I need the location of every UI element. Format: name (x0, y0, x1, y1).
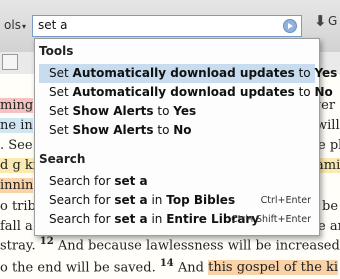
tools-menu-label: ols (4, 18, 21, 32)
item-text-bold: Yes (173, 104, 197, 118)
menu-item-show-alerts-yes[interactable]: Set Show Alerts to Yes (39, 102, 315, 121)
toolbar-right-label: G (328, 14, 338, 28)
item-text-bold: set a (114, 174, 148, 188)
item-text-bold: set a (114, 212, 148, 226)
menu-item-auto-download-yes[interactable]: Set Automatically download updates to Ye… (39, 64, 337, 83)
download-arrow-icon[interactable]: ⬇ (314, 12, 327, 30)
item-text: in (147, 212, 167, 226)
item-text: to (153, 123, 174, 137)
reading-text: o the end will be saved. (0, 260, 156, 276)
reading-line: ne in (0, 118, 33, 133)
item-text: Set (49, 66, 73, 80)
reading-text: stray. (0, 238, 36, 254)
command-search-input[interactable]: set a (32, 15, 302, 37)
reading-text: And (177, 260, 204, 276)
search-input-value: set a (38, 18, 68, 32)
section-heading-tools: Tools (39, 44, 74, 58)
item-text-bold: set a (114, 193, 148, 207)
reading-line: innin (0, 178, 34, 193)
reading-line: stray. 12 And because lawlessness will b… (0, 236, 340, 253)
item-text: Set (49, 104, 73, 118)
menu-item-search[interactable]: Search for set a (39, 172, 315, 191)
reading-line: . See (0, 138, 33, 153)
menu-item-search-top-bibles[interactable]: Search for set a in Top Bibles Ctrl+Ente… (39, 191, 315, 210)
reading-line: fall a (0, 219, 33, 234)
item-text: to (294, 85, 315, 99)
item-text: in (147, 193, 167, 207)
keyboard-shortcut: Ctrl+Shift+Enter (231, 214, 311, 225)
reading-line: d g ki (0, 158, 37, 173)
menu-item-search-entire-library[interactable]: Search for set a in Entire Library Ctrl+… (39, 210, 315, 229)
command-suggestions-dropdown: Tools Set Automatically download updates… (34, 38, 337, 236)
reading-line: o the end will be saved. 14 And this gos… (0, 258, 339, 276)
menu-item-auto-download-no[interactable]: Set Automatically download updates to No (39, 83, 333, 102)
keyboard-shortcut: Ctrl+Enter (260, 195, 311, 206)
reading-line: o trib (0, 199, 36, 214)
item-text: to (294, 66, 315, 80)
verse-number: 14 (159, 258, 174, 269)
item-text: Search for (49, 193, 115, 207)
item-text-bold: Automatically download updates (72, 66, 295, 80)
item-text: to (153, 104, 174, 118)
item-text: Set (49, 85, 73, 99)
item-text: Search for (49, 174, 115, 188)
tools-menu-button[interactable]: ols▾ (0, 14, 26, 36)
item-text: Set (49, 123, 73, 137)
go-arrow-icon[interactable] (283, 19, 297, 33)
reading-line: be (322, 199, 339, 214)
item-text-bold: No (173, 123, 192, 137)
section-heading-search: Search (39, 152, 86, 166)
highlighted-text: this gospel of the ki (208, 260, 339, 276)
verse-number: 12 (39, 236, 54, 247)
item-text-bold: Show Alerts (72, 123, 154, 137)
item-text: Search for (49, 212, 115, 226)
item-text-bold: Automatically download updates (72, 85, 295, 99)
menu-item-show-alerts-no[interactable]: Set Show Alerts to No (39, 121, 315, 140)
chevron-down-icon: ▾ (21, 22, 26, 31)
reading-line: ming (0, 98, 34, 113)
item-text-bold: No (314, 85, 333, 99)
reading-text: And because lawlessness will be increase… (57, 238, 340, 254)
item-text-bold: Top Bibles (166, 193, 236, 207)
reading-line: e ar (318, 219, 340, 234)
item-text-bold: Show Alerts (72, 104, 154, 118)
reading-line: e pla (318, 138, 340, 153)
panel-menu-button[interactable] (2, 54, 18, 70)
item-text-bold: Yes (314, 66, 338, 80)
